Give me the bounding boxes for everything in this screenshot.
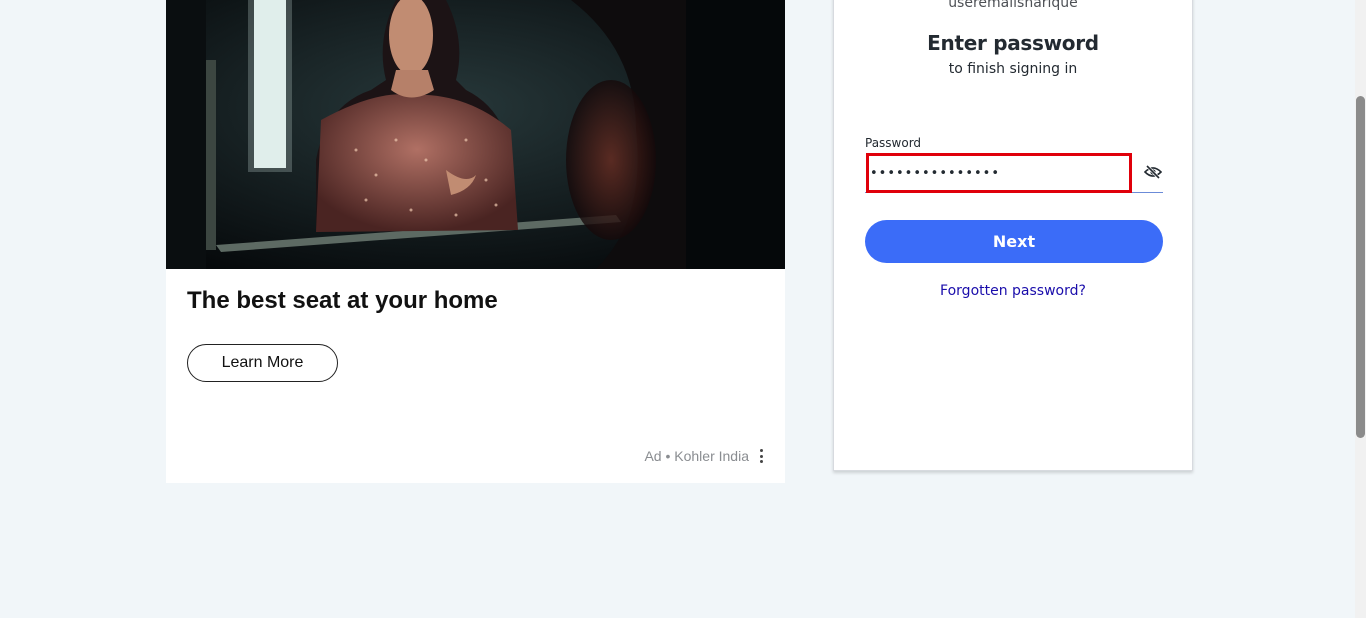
kebab-menu-icon[interactable] xyxy=(755,447,767,465)
scrollbar-thumb[interactable] xyxy=(1356,96,1365,438)
eye-slash-icon[interactable] xyxy=(1142,163,1164,181)
vertical-scrollbar[interactable] xyxy=(1355,0,1366,618)
password-input[interactable] xyxy=(866,153,1132,193)
page-subtitle: to finish signing in xyxy=(948,61,1078,77)
login-card: useremailsharique Enter password to fini… xyxy=(833,0,1193,471)
ad-image[interactable] xyxy=(166,0,785,269)
ad-card[interactable]: The best seat at your home Learn More Ad… xyxy=(166,0,785,483)
ad-footer: Ad • Kohler India xyxy=(644,446,767,466)
next-button[interactable]: Next xyxy=(865,220,1163,263)
ad-headline[interactable]: The best seat at your home xyxy=(187,287,498,315)
ad-sponsor-label[interactable]: Ad • Kohler India xyxy=(644,448,749,464)
password-label: Password xyxy=(865,136,922,150)
page: The best seat at your home Learn More Ad… xyxy=(0,0,1366,618)
page-title: Enter password xyxy=(927,31,1099,55)
forgot-password-link[interactable]: Forgotten password? xyxy=(834,283,1192,299)
learn-more-button[interactable]: Learn More xyxy=(187,344,338,382)
username-label: useremailsharique xyxy=(948,0,1078,11)
